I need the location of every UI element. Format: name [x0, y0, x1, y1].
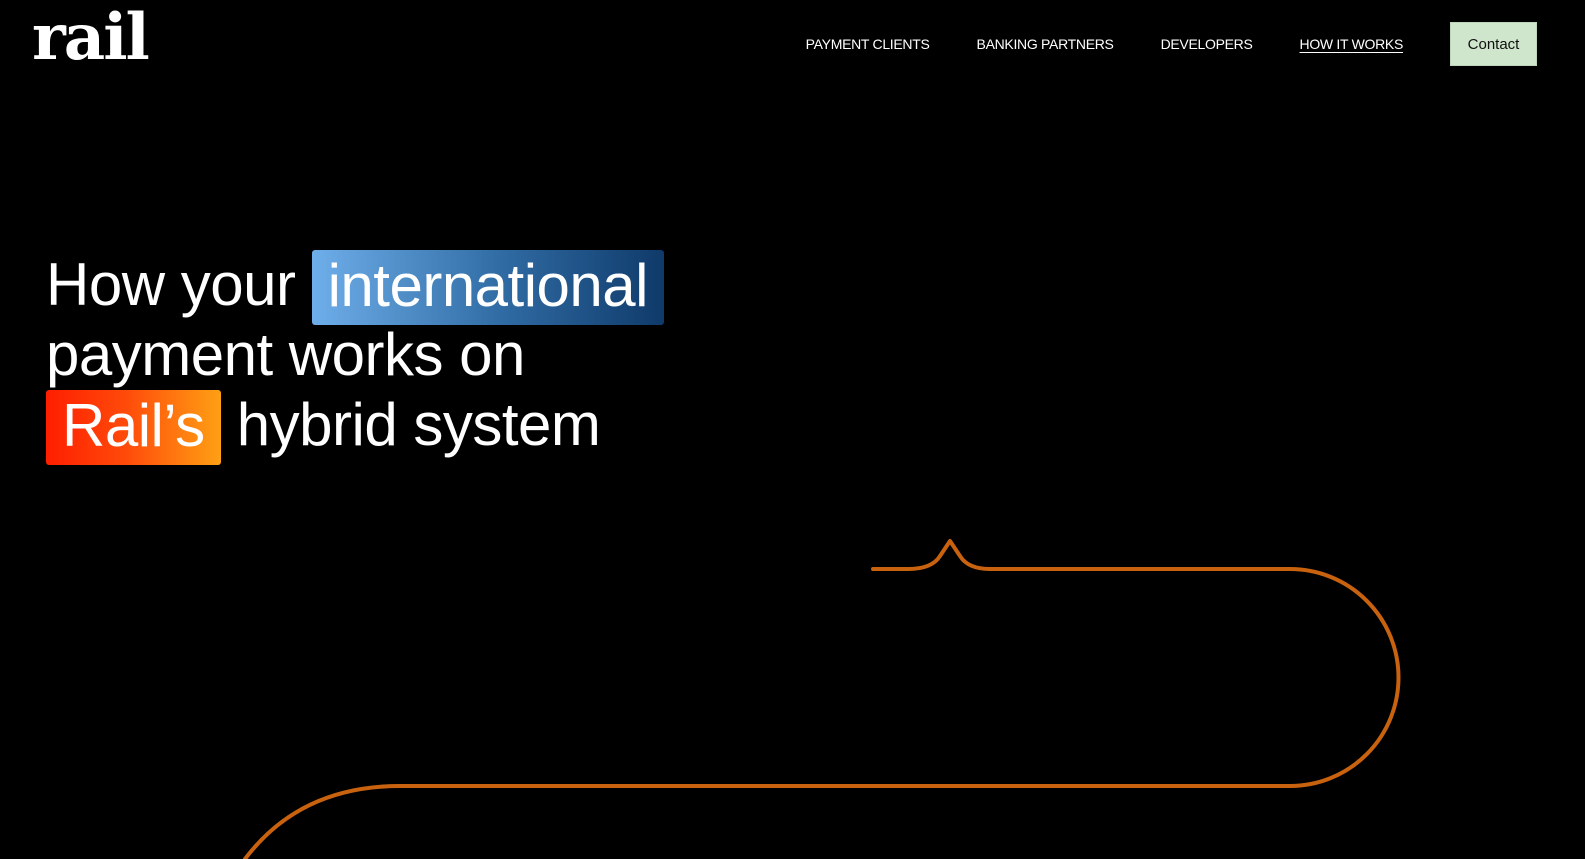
- payment-rail-path-graphic: [243, 539, 1401, 859]
- rail-line-path: [243, 539, 1401, 859]
